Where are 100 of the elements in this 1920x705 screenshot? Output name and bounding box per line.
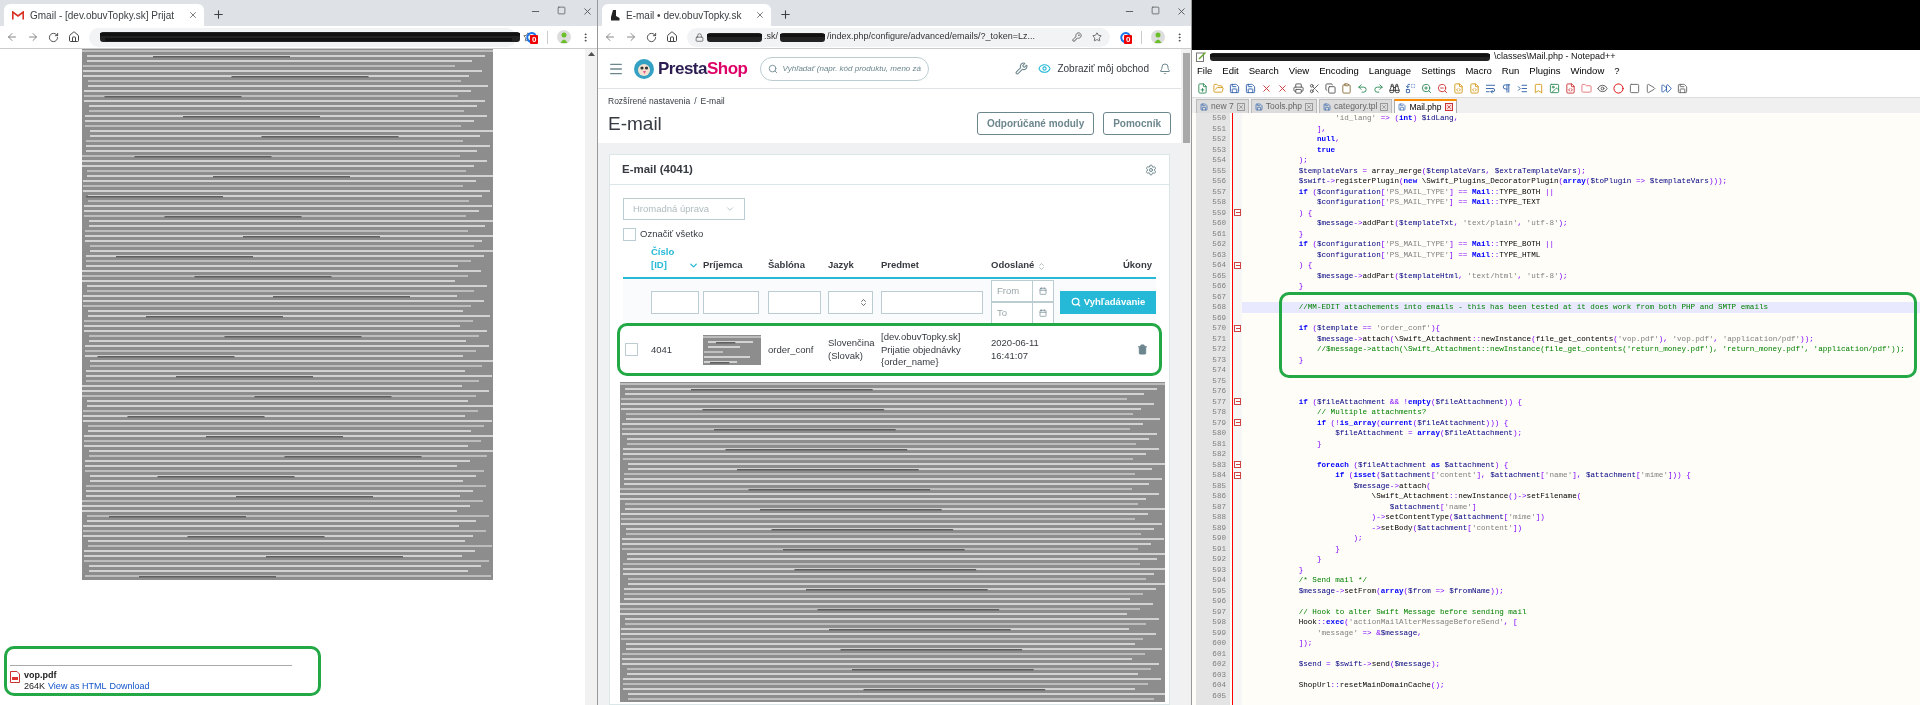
back-icon[interactable] — [604, 31, 616, 43]
menu-item[interactable]: File — [1197, 64, 1213, 79]
breadcrumb-link[interactable]: Rozšírené nastavenia — [608, 95, 691, 108]
column-header[interactable]: Odoslané — [991, 258, 1047, 272]
fast-forward-icon[interactable] — [1661, 83, 1672, 94]
store-link[interactable]: Zobraziť môj obchod — [1057, 61, 1149, 76]
menu-item[interactable]: Edit — [1222, 64, 1239, 79]
close-icon[interactable] — [755, 10, 766, 20]
scroll-up-icon[interactable] — [587, 52, 595, 56]
file-code-icon[interactable] — [1469, 83, 1480, 94]
save-icon[interactable] — [1229, 83, 1240, 94]
filter-field[interactable] — [881, 290, 983, 314]
column-header[interactable]: Úkony — [1122, 258, 1152, 272]
view-html-link[interactable]: View as HTML — [48, 681, 107, 692]
forward-icon[interactable] — [625, 31, 637, 43]
star-icon[interactable] — [523, 32, 533, 42]
editor-tab[interactable]: new 7 — [1196, 99, 1249, 113]
new-tab-icon[interactable] — [212, 8, 226, 21]
binoculars-icon[interactable] — [1389, 83, 1400, 94]
image-icon[interactable] — [1549, 83, 1560, 94]
home-icon[interactable] — [68, 31, 80, 43]
play-icon[interactable] — [1645, 83, 1656, 94]
scissors-icon[interactable] — [1309, 83, 1320, 94]
wrench-icon[interactable] — [1015, 62, 1029, 75]
fold-toggle-icon[interactable] — [1234, 324, 1241, 332]
column-header[interactable]: Jazyk — [828, 258, 854, 272]
bell-icon[interactable] — [1159, 62, 1171, 75]
zoom-out-icon[interactable] — [1437, 83, 1448, 94]
editor-tab[interactable]: category.tpl — [1319, 99, 1393, 113]
filter-field[interactable] — [703, 290, 759, 314]
menu-item[interactable]: Window — [1570, 64, 1605, 79]
forward-icon[interactable] — [27, 31, 39, 43]
menu-item[interactable]: Encoding — [1319, 64, 1359, 79]
fold-toggle-icon[interactable] — [1234, 209, 1241, 217]
settings-icon[interactable] — [1145, 163, 1157, 176]
undo-icon[interactable] — [1357, 83, 1368, 94]
replace-icon[interactable] — [1405, 83, 1416, 94]
avatar-icon[interactable] — [1151, 30, 1165, 44]
calendar-icon[interactable] — [1039, 287, 1047, 296]
scrollbar-thumb[interactable] — [1182, 53, 1190, 143]
column-header[interactable]: Príjemca — [703, 258, 743, 272]
checkbox[interactable] — [623, 227, 636, 241]
scrollbar[interactable] — [1181, 49, 1191, 705]
menu-item[interactable]: Language — [1368, 64, 1412, 79]
folder-icon[interactable] — [1213, 83, 1224, 94]
row-checkbox[interactable] — [625, 343, 638, 357]
scrollbar[interactable] — [585, 49, 597, 705]
new-tab-icon[interactable] — [779, 8, 793, 21]
menu-item[interactable]: Macro — [1465, 64, 1492, 79]
reload-icon[interactable] — [48, 31, 59, 43]
close-icon[interactable] — [1261, 83, 1272, 94]
editor-tab[interactable]: Tools.php — [1250, 99, 1318, 113]
file-code-icon[interactable] — [1453, 83, 1464, 94]
trash-icon[interactable] — [1137, 344, 1148, 356]
file-code-icon[interactable] — [1565, 83, 1576, 94]
indent-icon[interactable] — [1517, 83, 1528, 94]
save-icon[interactable] — [1245, 83, 1256, 94]
calendar-icon[interactable] — [1039, 309, 1047, 318]
home-icon[interactable] — [666, 31, 678, 43]
toolbar-button[interactable]: Pomocník — [1103, 112, 1171, 136]
redo-icon[interactable] — [1373, 83, 1384, 94]
editor-tab[interactable]: Mail.php — [1394, 99, 1457, 113]
maximize-icon[interactable] — [1151, 6, 1160, 15]
menu-item[interactable]: Search — [1248, 64, 1279, 79]
column-header[interactable]: Predmet — [881, 258, 919, 272]
download-link[interactable]: Download — [109, 681, 150, 692]
close-icon[interactable] — [1176, 6, 1187, 17]
zoom-in-icon[interactable] — [1421, 83, 1432, 94]
reload-icon[interactable] — [646, 31, 657, 43]
close-icon[interactable] — [582, 6, 593, 17]
fold-toggle-icon[interactable] — [1234, 419, 1241, 427]
close-icon[interactable] — [1277, 83, 1288, 94]
stop-icon[interactable] — [1629, 83, 1640, 94]
file-plus-icon[interactable] — [1197, 83, 1208, 94]
close-icon[interactable] — [188, 10, 199, 20]
folder-icon[interactable] — [1581, 83, 1592, 94]
bookmark-icon[interactable] — [1533, 83, 1544, 94]
fold-toggle-icon[interactable] — [1234, 261, 1241, 269]
key-icon[interactable] — [1072, 32, 1082, 42]
filter-field[interactable] — [768, 290, 821, 314]
pilcrow-icon[interactable] — [1501, 83, 1512, 94]
browser-tab[interactable]: E-mail • dev.obuvTopky.sk — [602, 4, 772, 26]
column-header[interactable]: Šablóna — [768, 258, 805, 272]
filter-field[interactable] — [651, 290, 699, 314]
star-icon[interactable] — [1092, 32, 1102, 42]
save-icon[interactable] — [1677, 83, 1688, 94]
record-icon[interactable] — [1613, 83, 1624, 94]
eye-icon[interactable] — [1597, 83, 1608, 94]
printer-icon[interactable] — [1293, 83, 1304, 94]
clipboard-icon[interactable] — [1341, 83, 1352, 94]
avatar-icon[interactable] — [557, 30, 571, 44]
back-icon[interactable] — [6, 31, 18, 43]
copy-icon[interactable] — [1325, 83, 1336, 94]
fold-toggle-icon[interactable] — [1234, 398, 1241, 406]
close-icon[interactable] — [1444, 103, 1453, 111]
menu-item[interactable]: Plugins — [1529, 64, 1561, 79]
maximize-icon[interactable] — [557, 6, 566, 15]
menu-item[interactable]: Run — [1501, 64, 1520, 79]
menu-item[interactable]: View — [1288, 64, 1310, 79]
address-bar[interactable]: .sk/ /index.php/configure/advanced/emails/?_token=Lz... — [687, 27, 1110, 47]
